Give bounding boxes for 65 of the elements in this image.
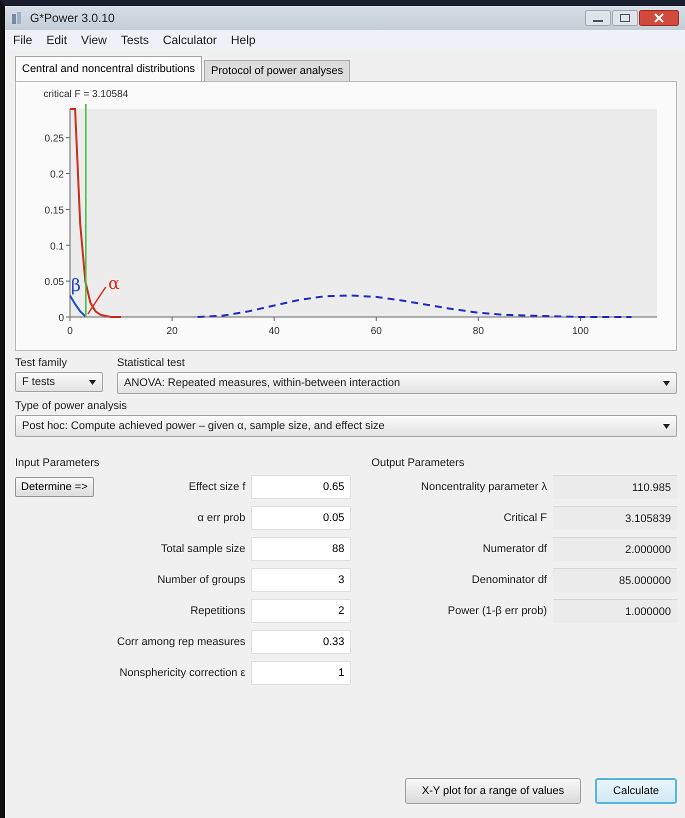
y-tick-label: 0.2 [50,170,64,181]
field-label: Type of power analysis [15,400,128,412]
power-analysis-dropdown[interactable]: Post hoc: Compute achieved power – given α, sample size, and effect size [15,415,677,437]
parameter-label: Total sample size [160,543,246,555]
menu-item[interactable]: Tests [120,33,149,47]
parameter-label: α err prob [196,512,246,524]
beta-label: β [71,276,81,296]
input-field[interactable]: 0.33 [251,630,352,654]
parameter-label: Numerator df [482,543,547,555]
tab[interactable]: Protocol of power analyses [204,60,350,81]
menu-item[interactable]: Edit [46,33,68,47]
parameter-label: Noncentrality parameter λ [420,481,547,493]
action-button[interactable]: X-Y plot for a range of values [404,778,582,804]
menu-item[interactable]: File [13,33,32,47]
menu-item[interactable]: View [81,33,107,47]
action-button[interactable]: Calculate [595,778,677,804]
window-title: G*Power 3.0.10 [30,11,115,25]
input-field[interactable]: 2 [251,599,352,623]
parameter-label: Effect size f [188,481,246,493]
caret-icon [89,380,96,384]
y-tick-label: 0.1 [50,241,64,252]
statistical-test-dropdown[interactable]: ANOVA: Repeated measures, within-between interaction [117,372,677,394]
determine-button[interactable]: Determine => [15,477,94,497]
output-value: 110.985 [553,475,677,499]
x-tick-label: 60 [370,326,382,337]
menu-item[interactable]: Help [230,33,256,47]
field-label: Statistical test [117,357,186,369]
input-field[interactable]: 0.05 [251,506,352,530]
parameter-label: Power (1-β err prob) [446,605,547,617]
input-field[interactable]: 88 [251,537,352,561]
x-tick-label: 40 [268,326,280,337]
x-tick-label: 80 [472,326,484,337]
chart-title: critical F = 3.10584 [43,89,128,100]
y-tick-label: 0 [58,313,64,324]
section-title: Output Parameters [371,457,466,469]
section-title: Input Parameters [15,457,100,469]
parameter-label: Number of groups [156,574,246,586]
x-tick-label: 20 [166,326,178,337]
parameter-label: Nonsphericity correction ε [118,667,246,679]
menu-item[interactable]: Calculator [162,33,217,47]
y-tick-label: 0.15 [44,205,64,216]
y-tick-label: 0.25 [44,134,64,145]
input-field[interactable]: 1 [251,661,352,685]
test-family-dropdown[interactable]: F tests [15,372,103,392]
x-tick-label: 0 [67,326,73,337]
caret-icon [663,380,670,386]
tab[interactable]: Central and noncentral distributions [15,56,202,81]
parameter-label: Repetitions [189,605,246,617]
parameter-label: Corr among rep measures [117,636,246,648]
close-icon[interactable] [639,10,679,26]
parameter-label: Critical F [502,512,547,524]
y-tick-label: 0.05 [44,277,64,288]
input-field[interactable]: 0.65 [251,475,352,499]
output-value: 3.105839 [553,506,677,530]
minimize-icon[interactable] [585,10,611,26]
output-value: 85.000000 [553,568,677,592]
input-field[interactable]: 3 [251,568,352,592]
output-value: 2.000000 [553,537,677,561]
parameter-label: Denominator df [470,574,547,586]
output-value: 1.000000 [553,599,677,623]
caret-icon [663,424,670,428]
alpha-label: α [108,274,120,294]
x-tick-label: 100 [572,326,589,337]
field-label: Test family [15,357,68,369]
maximize-icon[interactable] [612,10,638,26]
